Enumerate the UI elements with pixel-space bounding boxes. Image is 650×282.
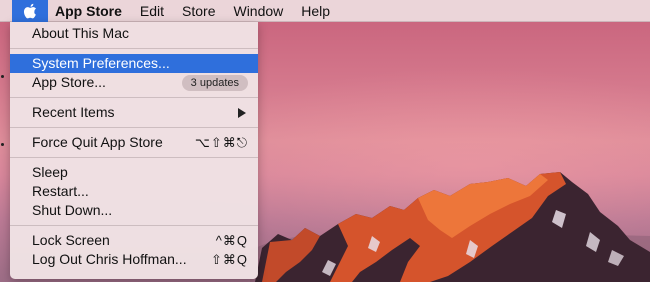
menu-item-sleep[interactable]: Sleep (10, 163, 258, 182)
menu-item-about-this-mac[interactable]: About This Mac (10, 24, 258, 43)
menu-item-label: Recent Items (32, 104, 115, 120)
apple-logo-icon (23, 3, 36, 18)
menu-separator (10, 127, 258, 128)
menu-separator (10, 48, 258, 49)
menu-item-force-quit[interactable]: Force Quit App Store ⌥⇧⌘⎋ (10, 133, 258, 152)
menubar-item-help[interactable]: Help (292, 0, 339, 22)
keyboard-shortcut: ⇧⌘Q (210, 252, 248, 267)
menu-item-label: Shut Down... (32, 202, 113, 218)
menu-item-system-preferences[interactable]: System Preferences... (10, 54, 258, 73)
menu-item-label: App Store... (32, 74, 106, 90)
menu-item-app-store[interactable]: App Store... 3 updates (10, 73, 258, 92)
menu-item-label: Log Out Chris Hoffman... (32, 251, 187, 267)
menu-item-restart[interactable]: Restart... (10, 182, 258, 201)
menu-item-label: Lock Screen (32, 232, 110, 248)
apple-menu-button[interactable] (12, 0, 48, 22)
menu-bar: App Store Edit Store Window Help (0, 0, 650, 22)
menubar-item-window[interactable]: Window (224, 0, 292, 22)
menu-item-log-out[interactable]: Log Out Chris Hoffman... ⇧⌘Q (10, 250, 258, 269)
updates-badge: 3 updates (181, 74, 248, 91)
menubar-app-name[interactable]: App Store (48, 0, 131, 22)
keyboard-shortcut: ⌥⇧⌘⎋ (194, 135, 248, 150)
menu-item-label: System Preferences... (32, 55, 170, 71)
menu-item-label: Force Quit App Store (32, 134, 163, 150)
menu-item-lock-screen[interactable]: Lock Screen ^⌘Q (10, 231, 258, 250)
menubar-item-store[interactable]: Store (173, 0, 224, 22)
keyboard-shortcut: ^⌘Q (215, 233, 248, 248)
desktop-edge-dot (1, 75, 4, 78)
menu-separator (10, 97, 258, 98)
menu-item-shut-down[interactable]: Shut Down... (10, 201, 258, 220)
submenu-arrow-icon (238, 107, 246, 118)
menu-item-label: Sleep (32, 164, 68, 180)
menubar-item-edit[interactable]: Edit (131, 0, 173, 22)
menu-separator (10, 157, 258, 158)
apple-menu-dropdown: About This Mac System Preferences... App… (10, 22, 258, 279)
menu-item-recent-items[interactable]: Recent Items (10, 103, 258, 122)
menu-separator (10, 225, 258, 226)
menu-item-label: Restart... (32, 183, 89, 199)
desktop-edge-dot (1, 143, 4, 146)
menu-item-label: About This Mac (32, 25, 130, 41)
